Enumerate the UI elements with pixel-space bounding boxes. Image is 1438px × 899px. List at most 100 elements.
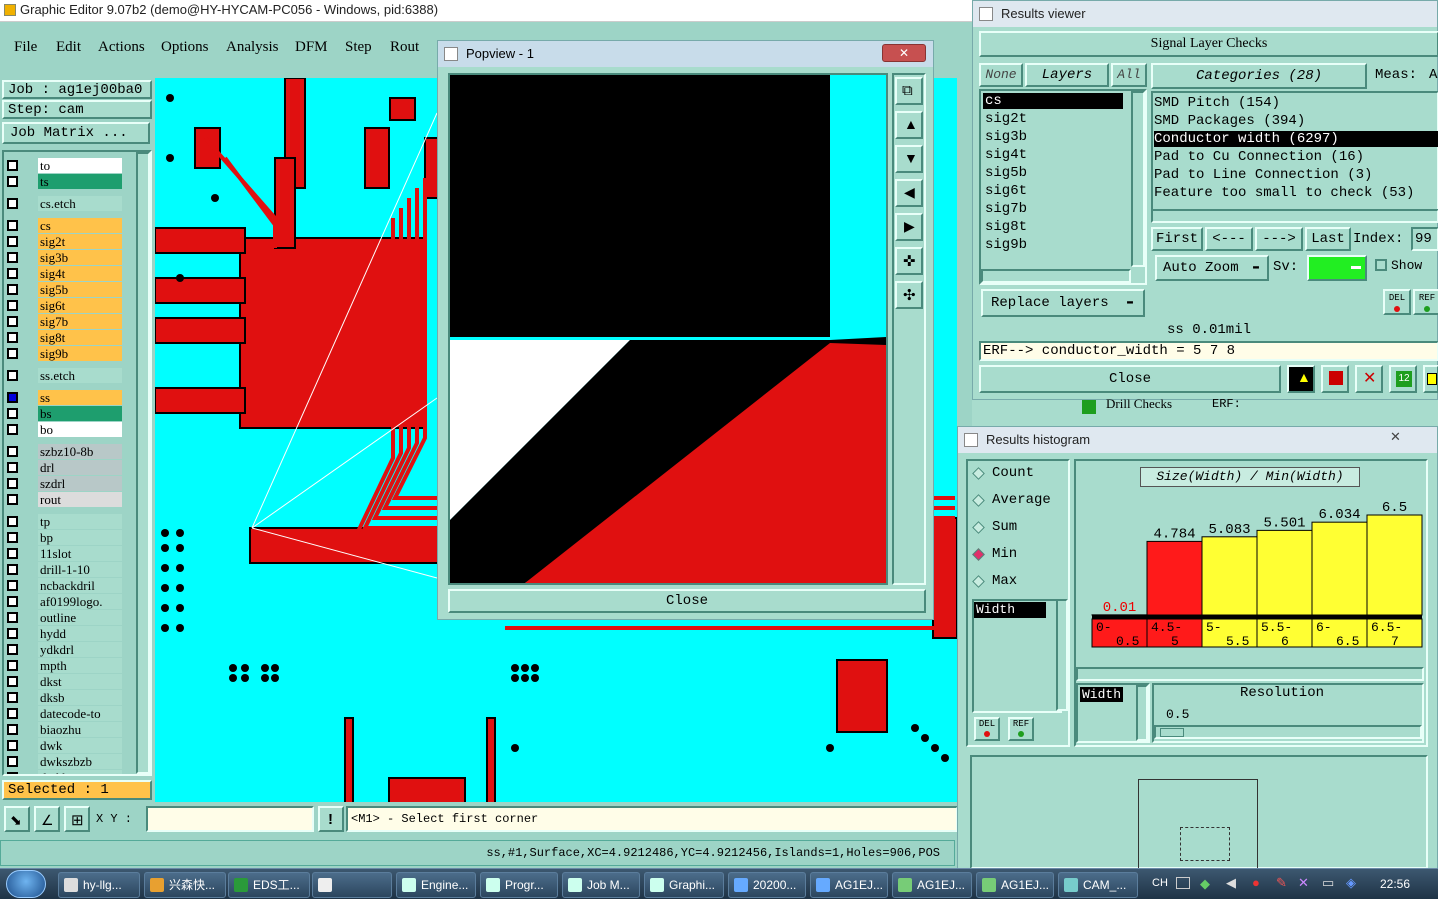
popview-zoom-out-button[interactable]: ✣ xyxy=(895,281,923,309)
layer-row[interactable]: sig5b xyxy=(4,282,124,297)
layer-name[interactable]: dwkszbzb xyxy=(38,754,122,769)
layer-row[interactable]: hydd xyxy=(4,626,124,641)
layer-name[interactable]: sig3b xyxy=(38,250,122,265)
menu-actions[interactable]: Actions xyxy=(98,39,145,56)
layer-checkbox[interactable] xyxy=(7,708,18,719)
slider-thumb[interactable] xyxy=(1160,728,1184,737)
layer-name[interactable]: dwkb xyxy=(38,770,122,774)
results-tool-4[interactable]: 12 xyxy=(1389,365,1417,393)
histogram-bar[interactable] xyxy=(1256,529,1313,616)
volume-icon[interactable]: ◀ xyxy=(1226,875,1236,891)
layer-name[interactable]: bs xyxy=(38,406,122,421)
layer-row[interactable]: bp xyxy=(4,530,124,545)
layer-name[interactable]: af0199logo. xyxy=(38,594,122,609)
results-close-button[interactable]: Close xyxy=(979,365,1281,393)
layer-row[interactable]: tp xyxy=(4,514,124,529)
category-item[interactable]: SMD Pitch (154) xyxy=(1154,95,1438,111)
taskbar-item[interactable]: 兴森快... xyxy=(144,872,226,898)
results-tool-1[interactable]: ▲ xyxy=(1287,365,1315,393)
taskbar-item[interactable]: AG1EJ... xyxy=(892,872,972,898)
layer-name[interactable]: rout xyxy=(38,492,122,507)
width-scrollbar[interactable] xyxy=(1136,685,1148,741)
layer-row[interactable]: ss.etch xyxy=(4,368,124,383)
last-button[interactable]: Last xyxy=(1305,227,1351,251)
auto-zoom-dropdown[interactable]: Auto Zoom ▬ xyxy=(1155,255,1269,281)
replace-layers-dropdown[interactable]: Replace layers ▬ xyxy=(981,289,1145,317)
layer-checkbox[interactable] xyxy=(7,160,18,171)
layer-row[interactable]: sig6t xyxy=(4,298,124,313)
layer-checkbox[interactable] xyxy=(7,316,18,327)
layer-row[interactable]: datecode-to xyxy=(4,706,124,721)
taskbar-item[interactable]: EDS工... xyxy=(228,872,310,898)
mode-option[interactable]: Sum xyxy=(972,519,1068,539)
start-button[interactable] xyxy=(6,870,46,898)
layer-checkbox[interactable] xyxy=(7,284,18,295)
layer-row[interactable]: biaozhu xyxy=(4,722,124,737)
layer-name[interactable]: outline xyxy=(38,610,122,625)
layer-row[interactable]: sig3b xyxy=(4,250,124,265)
layer-name[interactable]: drl xyxy=(38,460,122,475)
layer-row[interactable]: dwkszbzb xyxy=(4,754,124,769)
layer-checkbox[interactable] xyxy=(7,220,18,231)
layer-name[interactable]: cs xyxy=(38,218,122,233)
x-tray-icon[interactable]: ✕ xyxy=(1298,875,1309,891)
layer-row[interactable]: cs xyxy=(4,218,124,233)
layer-row[interactable]: drill-1-10 xyxy=(4,562,124,577)
layer-name[interactable]: datecode-to xyxy=(38,706,122,721)
radio-diamond-icon[interactable] xyxy=(972,575,985,588)
layer-results-scrollbar[interactable] xyxy=(1131,91,1145,267)
layer-row[interactable]: dwk xyxy=(4,738,124,753)
layer-checkbox[interactable] xyxy=(7,724,18,735)
layer-name[interactable]: sig5b xyxy=(38,282,122,297)
mode-option[interactable]: Count xyxy=(972,465,1068,485)
layer-row[interactable]: to xyxy=(4,158,124,173)
layer-name[interactable]: hydd xyxy=(38,626,122,641)
layer-checkbox[interactable] xyxy=(7,644,18,655)
histogram-bar[interactable] xyxy=(1366,514,1423,616)
layer-row[interactable]: sig4t xyxy=(4,266,124,281)
layer-name[interactable]: ts xyxy=(38,174,122,189)
result-layer-item[interactable]: sig6t xyxy=(983,183,1123,199)
layer-name[interactable]: sig7b xyxy=(38,314,122,329)
taskbar-item[interactable]: Job M... xyxy=(562,872,640,898)
layer-checkbox[interactable] xyxy=(7,596,18,607)
category-item[interactable]: SMD Packages (394) xyxy=(1154,113,1438,129)
grid-tool-button[interactable]: ⊞ xyxy=(64,806,90,832)
layer-row[interactable]: cs.etch xyxy=(4,196,124,211)
layer-checkbox[interactable] xyxy=(7,300,18,311)
del-button[interactable]: DEL xyxy=(1383,289,1411,315)
layer-name[interactable]: ydkdrl xyxy=(38,642,122,657)
layer-checkbox[interactable] xyxy=(7,494,18,505)
layer-row[interactable]: af0199logo. xyxy=(4,594,124,609)
layer-row[interactable]: dwkb xyxy=(4,770,124,774)
histogram-bar[interactable] xyxy=(1311,521,1368,616)
taskbar-item[interactable]: Graphi... xyxy=(644,872,724,898)
lang-indicator[interactable]: CH xyxy=(1152,877,1168,889)
layer-row[interactable]: dksb xyxy=(4,690,124,705)
result-layer-item[interactable]: sig4t xyxy=(983,147,1123,163)
menu-file[interactable]: File xyxy=(14,39,37,56)
layer-checkbox[interactable] xyxy=(7,236,18,247)
layer-name[interactable]: bo xyxy=(38,422,122,437)
radio-diamond-icon[interactable] xyxy=(972,467,985,480)
mode-option[interactable]: Min xyxy=(972,546,1068,566)
layer-name[interactable]: bp xyxy=(38,530,122,545)
all-button[interactable]: All xyxy=(1111,63,1147,87)
layer-name[interactable]: ss xyxy=(38,390,122,405)
taskbar-item[interactable] xyxy=(312,872,392,898)
result-layer-item[interactable]: sig3b xyxy=(983,129,1123,145)
layer-checkbox[interactable] xyxy=(7,548,18,559)
taskbar-item[interactable]: Progr... xyxy=(480,872,558,898)
ref-button[interactable]: REF xyxy=(1413,289,1438,315)
layer-checkbox[interactable] xyxy=(7,676,18,687)
menu-edit[interactable]: Edit xyxy=(56,39,81,56)
layers-tab[interactable]: Layers xyxy=(1025,63,1109,87)
taskbar-item[interactable]: AG1EJ... xyxy=(810,872,888,898)
layer-name[interactable]: cs.etch xyxy=(38,196,122,211)
chart-hscroll[interactable] xyxy=(1076,667,1424,681)
layer-row[interactable]: sig7b xyxy=(4,314,124,329)
category-item[interactable]: Pad to Cu Connection (16) xyxy=(1154,149,1438,165)
menu-step[interactable]: Step xyxy=(345,39,372,56)
popview-zoom-in-button[interactable]: ✜ xyxy=(895,247,923,275)
mode-option[interactable]: Max xyxy=(972,573,1068,593)
